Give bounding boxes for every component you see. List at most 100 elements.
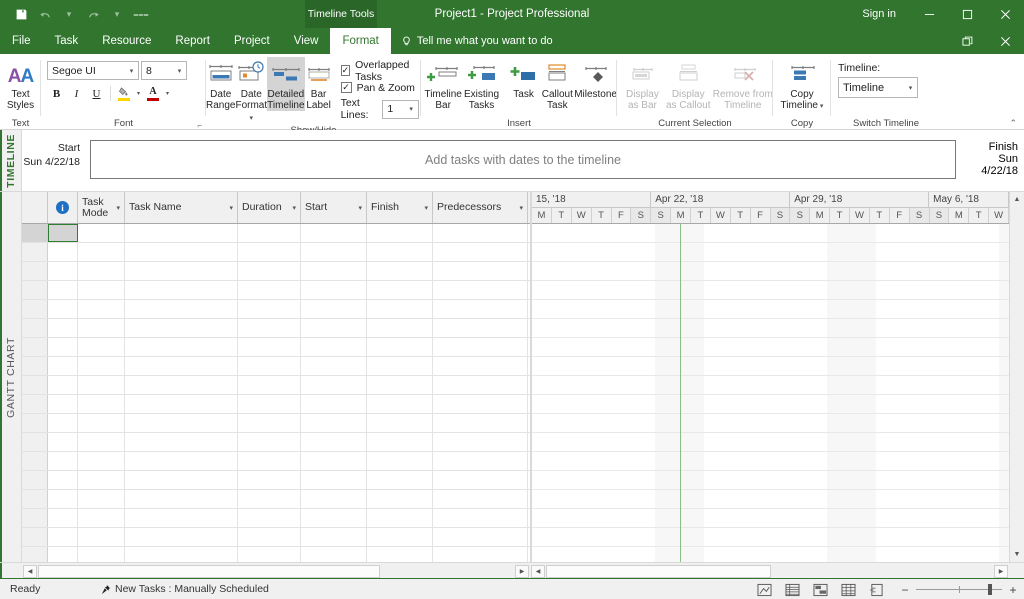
- column-header-finish[interactable]: Finish ▾: [367, 192, 433, 223]
- resource-sheet-view-button[interactable]: [834, 579, 862, 599]
- cell-duration[interactable]: [238, 509, 301, 527]
- cell-task_mode[interactable]: [78, 509, 125, 527]
- tab-task[interactable]: Task: [43, 28, 91, 54]
- cell-predecessors[interactable]: [433, 433, 528, 451]
- row-header-cell[interactable]: [22, 357, 48, 375]
- scroll-right-button[interactable]: ▶: [515, 565, 529, 578]
- text-styles-button[interactable]: AA Text Styles: [0, 57, 41, 111]
- cell-start[interactable]: [301, 262, 367, 280]
- redo-dropdown-icon[interactable]: ▾: [106, 3, 128, 25]
- cell-task_name[interactable]: [125, 528, 238, 546]
- cell-finish[interactable]: [367, 471, 433, 489]
- column-header-predecessors[interactable]: Predecessors ▾: [433, 192, 528, 223]
- cell-task_name[interactable]: [125, 452, 238, 470]
- cell-predecessors[interactable]: [433, 376, 528, 394]
- cell-task_mode[interactable]: [78, 547, 125, 562]
- cell-task_name[interactable]: [125, 376, 238, 394]
- cell-task_name[interactable]: [125, 262, 238, 280]
- checkbox-checked-icon[interactable]: ✓: [341, 65, 351, 76]
- cell-finish[interactable]: [367, 547, 433, 562]
- date-format-button[interactable]: Date Format ▾: [235, 57, 267, 124]
- cell-start[interactable]: [301, 376, 367, 394]
- reports-view-button[interactable]: [862, 579, 890, 599]
- cell-task_mode[interactable]: [78, 243, 125, 261]
- tab-resource[interactable]: Resource: [90, 28, 163, 54]
- cell-start[interactable]: [301, 300, 367, 318]
- font-size-combobox[interactable]: 8 ▾: [141, 61, 187, 80]
- cell-finish[interactable]: [367, 433, 433, 451]
- cell-task_mode[interactable]: [78, 319, 125, 337]
- cell-task_name[interactable]: [125, 338, 238, 356]
- cell-predecessors[interactable]: [433, 300, 528, 318]
- cell-task_name[interactable]: [125, 300, 238, 318]
- gantt-chart-row[interactable]: [532, 395, 1009, 414]
- row-header-cell[interactable]: [22, 224, 48, 242]
- table-row[interactable]: [22, 509, 530, 528]
- cell-predecessors[interactable]: [433, 490, 528, 508]
- cell-start[interactable]: [301, 357, 367, 375]
- cell-info[interactable]: [48, 357, 78, 375]
- cell-predecessors[interactable]: [433, 243, 528, 261]
- row-header-cell[interactable]: [22, 319, 48, 337]
- scroll-left-button[interactable]: ◀: [531, 565, 545, 578]
- gantt-chart-row[interactable]: [532, 262, 1009, 281]
- cell-finish[interactable]: [367, 319, 433, 337]
- chevron-down-icon[interactable]: ▾: [229, 204, 233, 212]
- cell-task_mode[interactable]: [78, 300, 125, 318]
- cell-info[interactable]: [48, 300, 78, 318]
- background-color-icon[interactable]: [115, 84, 133, 103]
- cell-predecessors[interactable]: [433, 262, 528, 280]
- font-color-icon[interactable]: A: [144, 84, 162, 103]
- gantt-scroll-track[interactable]: [546, 565, 993, 578]
- row-header-cell[interactable]: [22, 433, 48, 451]
- cell-start[interactable]: [301, 338, 367, 356]
- chevron-down-icon[interactable]: ▾: [173, 67, 186, 75]
- cell-info[interactable]: [48, 243, 78, 261]
- background-color-dropdown-icon[interactable]: ▾: [134, 84, 143, 103]
- gantt-chart-row[interactable]: [532, 414, 1009, 433]
- cell-duration[interactable]: [238, 376, 301, 394]
- cell-duration[interactable]: [238, 262, 301, 280]
- redo-icon[interactable]: [82, 3, 104, 25]
- minimize-window-button[interactable]: [910, 0, 948, 28]
- timeline-canvas[interactable]: Add tasks with dates to the timeline: [90, 140, 956, 179]
- gantt-chart-row[interactable]: [532, 243, 1009, 262]
- sign-in-button[interactable]: Sign in: [848, 8, 910, 20]
- cell-duration[interactable]: [238, 528, 301, 546]
- cell-info[interactable]: [48, 547, 78, 562]
- cell-start[interactable]: [301, 490, 367, 508]
- cell-predecessors[interactable]: [433, 338, 528, 356]
- chevron-down-icon[interactable]: ▾: [292, 204, 296, 212]
- cell-task_mode[interactable]: [78, 338, 125, 356]
- cell-finish[interactable]: [367, 528, 433, 546]
- table-row[interactable]: [22, 319, 530, 338]
- table-row[interactable]: [22, 281, 530, 300]
- cell-start[interactable]: [301, 395, 367, 413]
- chevron-down-icon[interactable]: ▾: [519, 204, 523, 212]
- zoom-slider-track[interactable]: [916, 589, 1002, 590]
- gantt-chart-row[interactable]: [532, 433, 1009, 452]
- table-row[interactable]: [22, 395, 530, 414]
- gantt-chart-row[interactable]: [532, 224, 1009, 243]
- tell-me-search[interactable]: Tell me what you want to do: [391, 28, 553, 54]
- collapse-ribbon-icon[interactable]: ⌃: [1009, 118, 1017, 129]
- scroll-left-button[interactable]: ◀: [23, 565, 37, 578]
- column-header-task-name[interactable]: Task Name ▾: [125, 192, 238, 223]
- row-header-cell[interactable]: [22, 281, 48, 299]
- new-tasks-mode-status[interactable]: New Tasks : Manually Scheduled: [100, 583, 269, 595]
- cell-duration[interactable]: [238, 224, 301, 242]
- row-header-cell[interactable]: [22, 243, 48, 261]
- gantt-chart-row[interactable]: [532, 490, 1009, 509]
- cell-duration[interactable]: [238, 433, 301, 451]
- cell-start[interactable]: [301, 471, 367, 489]
- cell-finish[interactable]: [367, 224, 433, 242]
- cell-start[interactable]: [301, 452, 367, 470]
- cell-task_mode[interactable]: [78, 414, 125, 432]
- cell-duration[interactable]: [238, 357, 301, 375]
- select-all-header[interactable]: [22, 192, 48, 223]
- task-usage-view-button[interactable]: [778, 579, 806, 599]
- dialog-launcher-icon[interactable]: ⌐: [197, 121, 202, 130]
- row-header-cell[interactable]: [22, 338, 48, 356]
- cell-start[interactable]: [301, 224, 367, 242]
- cell-task_name[interactable]: [125, 357, 238, 375]
